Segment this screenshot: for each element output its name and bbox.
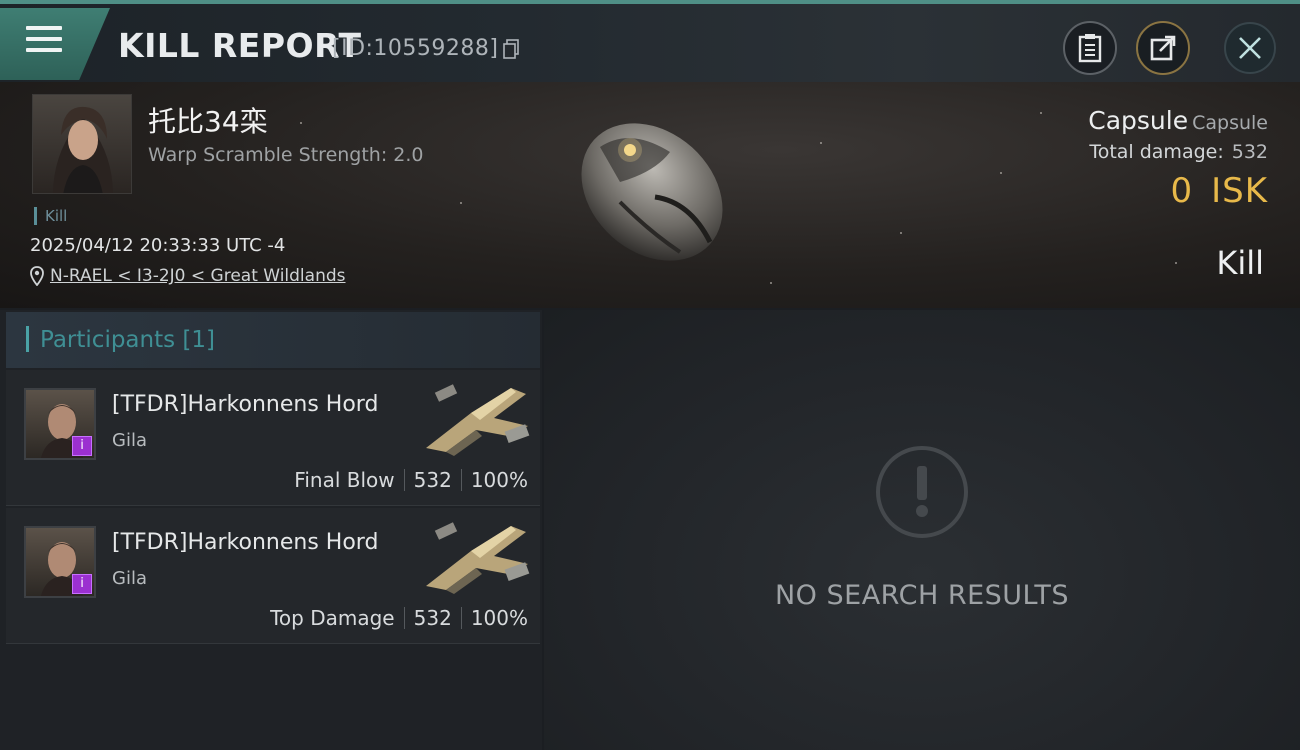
exclamation-icon (876, 446, 968, 538)
participant-stats: Top Damage 532 100% (270, 606, 528, 630)
isk-amount: 0 (1170, 171, 1194, 211)
participants-title: Participants [1] (40, 327, 215, 353)
result-label: Kill (1216, 244, 1264, 282)
copy-icon[interactable] (503, 39, 519, 59)
isk-unit: ISK (1211, 171, 1268, 211)
stats-divider (460, 469, 462, 491)
participants-panel: Participants [1] i [TFDR]Harkonnens Hord… (0, 310, 542, 750)
kill-datetime: 2025/04/12 20:33:33 UTC -4 (30, 235, 286, 256)
participant-role: Top Damage (270, 606, 395, 630)
participant-row[interactable]: i [TFDR]Harkonnens Hord Gila Final Blow … (6, 370, 540, 506)
participant-stats: Final Blow 532 100% (294, 468, 528, 492)
close-icon (1239, 37, 1261, 59)
search-results-area: NO SEARCH RESULTS (544, 310, 1300, 750)
stats-divider (403, 469, 405, 491)
participant-damage: 532 (413, 468, 452, 492)
gila-ship-image (426, 522, 530, 594)
page-title: KILL REPORT (118, 26, 362, 65)
participant-ship: Gila (112, 568, 147, 589)
participants-header: Participants [1] (6, 312, 540, 368)
participant-avatar[interactable]: i (24, 526, 96, 598)
participant-badge: i (72, 574, 92, 594)
share-icon (1150, 35, 1176, 61)
clipboard-button[interactable] (1063, 21, 1117, 75)
victim-summary: 托比34栾 Warp Scramble Strength: 2.0 Kill 2… (0, 82, 1300, 308)
participant-ship: Gila (112, 430, 147, 451)
stats-divider (403, 607, 405, 629)
share-button[interactable] (1136, 21, 1190, 75)
report-id: [ID:10559288] (332, 36, 499, 61)
stats-divider (460, 607, 462, 629)
kill-tag: Kill (34, 207, 67, 225)
warp-scramble-strength: Warp Scramble Strength: 2.0 (148, 144, 424, 166)
participant-avatar[interactable]: i (24, 388, 96, 460)
ship-name-line: Capsule Capsule (1088, 106, 1268, 135)
participants-count: [1] (182, 327, 216, 353)
top-bar: KILL REPORT [ID:10559288] (0, 0, 1300, 82)
participant-percent: 100% (470, 606, 528, 630)
no-results-text: NO SEARCH RESULTS (774, 580, 1070, 611)
hamburger-menu-icon[interactable] (26, 26, 62, 56)
participant-role: Final Blow (294, 468, 395, 492)
participants-label: Participants (40, 327, 176, 353)
isk-value: 0 ISK (1088, 171, 1268, 211)
total-damage-value: 532 (1231, 141, 1268, 163)
close-button[interactable] (1224, 22, 1276, 74)
participant-percent: 100% (470, 468, 528, 492)
victim-portrait[interactable] (32, 94, 132, 194)
location-text[interactable]: N-RAEL < I3-2J0 < Great Wildlands (50, 266, 346, 286)
total-damage: Total damage: 532 (1088, 141, 1268, 163)
location-pin-icon (30, 266, 44, 286)
participant-row[interactable]: i [TFDR]Harkonnens Hord Gila Top Damage … (6, 508, 540, 644)
header-accent-bar (26, 326, 29, 352)
ship-summary: Capsule Capsule Total damage: 532 0 ISK (1088, 106, 1268, 211)
kill-location-link[interactable]: N-RAEL < I3-2J0 < Great Wildlands (30, 266, 346, 286)
participant-badge: i (72, 436, 92, 456)
participant-damage: 532 (413, 606, 452, 630)
pilot-name[interactable]: 托比34栾 (148, 100, 268, 140)
capsule-ship-image (581, 123, 723, 261)
ship-name[interactable]: Capsule (1088, 106, 1188, 135)
total-damage-label: Total damage: (1089, 141, 1224, 163)
ship-type: Capsule (1192, 112, 1268, 134)
gila-ship-image (426, 384, 530, 456)
participant-name[interactable]: [TFDR]Harkonnens Hord (112, 530, 378, 555)
clipboard-icon (1078, 34, 1102, 63)
participant-name[interactable]: [TFDR]Harkonnens Hord (112, 392, 378, 417)
